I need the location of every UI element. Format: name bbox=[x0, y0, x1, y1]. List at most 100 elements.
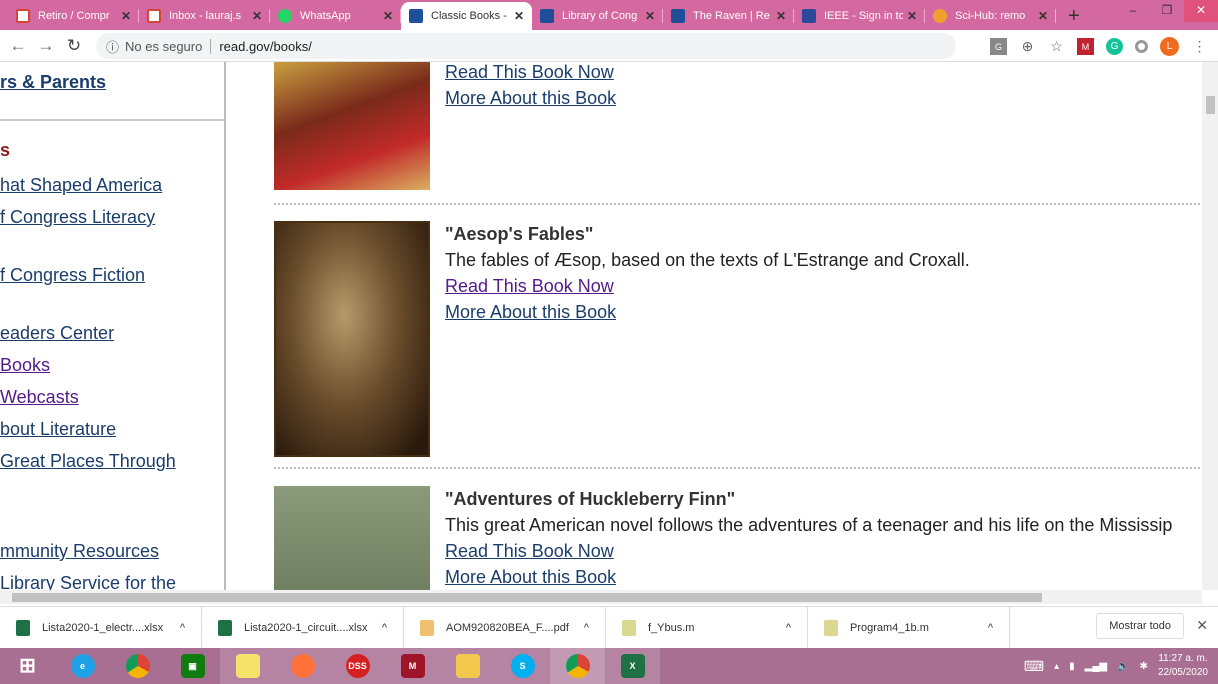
tab-ieee[interactable]: IEEE - Sign in to ✕ bbox=[794, 2, 925, 30]
show-all-button[interactable]: Mostrar todo bbox=[1096, 613, 1184, 639]
book-cover-image[interactable] bbox=[274, 486, 430, 590]
vertical-scrollbar[interactable] bbox=[1202, 62, 1218, 590]
store-icon[interactable]: ▣ bbox=[165, 648, 220, 684]
read-book-link[interactable]: Read This Book Now bbox=[445, 62, 616, 85]
skype-icon[interactable]: S bbox=[495, 648, 550, 684]
close-tab-icon[interactable]: ✕ bbox=[514, 9, 524, 23]
tab-title: Sci-Hub: remo bbox=[955, 10, 1026, 22]
restore-button[interactable]: ❐ bbox=[1150, 0, 1184, 22]
chevron-up-icon[interactable]: ^ bbox=[584, 622, 589, 634]
tab-library-of-congress[interactable]: Library of Cong ✕ bbox=[532, 2, 663, 30]
sidebar-link[interactable]: f Congress Fiction bbox=[0, 265, 145, 286]
url-text[interactable]: read.gov/books/ bbox=[210, 38, 312, 54]
sidebar-link[interactable]: hat Shaped America bbox=[0, 175, 162, 196]
firefox-icon[interactable] bbox=[275, 648, 330, 684]
address-bar[interactable]: ⓘ No es seguro read.gov/books/ bbox=[96, 33, 956, 59]
chevron-up-icon[interactable]: ^ bbox=[988, 622, 993, 634]
new-tab-button[interactable]: + bbox=[1056, 2, 1092, 30]
translate-icon[interactable]: G bbox=[990, 38, 1007, 55]
volume-icon[interactable]: 🔈 bbox=[1117, 661, 1129, 672]
excel-icon[interactable]: X bbox=[605, 648, 660, 684]
dss-icon[interactable]: DSS bbox=[330, 648, 385, 684]
sidebar-link[interactable]: f Congress Literacy bbox=[0, 207, 155, 228]
minimize-button[interactable]: – bbox=[1116, 0, 1150, 22]
horizontal-scrollbar[interactable] bbox=[0, 590, 1202, 604]
scrollbar-thumb[interactable] bbox=[12, 593, 1042, 602]
download-item[interactable]: f_Ybus.m ^ bbox=[606, 606, 808, 649]
avatar[interactable]: L bbox=[1160, 37, 1179, 56]
close-tab-icon[interactable]: ✕ bbox=[121, 9, 131, 23]
close-tab-icon[interactable]: ✕ bbox=[252, 9, 262, 23]
forward-icon[interactable]: → bbox=[32, 36, 60, 56]
tab-gmail-retiro[interactable]: Retiro / Compr ✕ bbox=[8, 2, 139, 30]
divider bbox=[0, 119, 224, 121]
close-tab-icon[interactable]: ✕ bbox=[907, 9, 917, 23]
tab-classic-books[interactable]: Classic Books - ✕ bbox=[401, 2, 532, 30]
ie-icon[interactable]: e bbox=[55, 648, 110, 684]
chrome-icon[interactable] bbox=[110, 648, 165, 684]
download-filename: Lista2020-1_electr....xlsx bbox=[42, 621, 164, 634]
signal-icon[interactable]: ▂▄▆ bbox=[1085, 661, 1107, 672]
tab-whatsapp[interactable]: WhatsApp ✕ bbox=[270, 2, 401, 30]
close-tab-icon[interactable]: ✕ bbox=[1038, 9, 1048, 23]
menu-icon[interactable]: ⋮ bbox=[1191, 38, 1208, 55]
bookmark-star-icon[interactable]: ☆ bbox=[1048, 38, 1065, 55]
close-downloads-icon[interactable]: ✕ bbox=[1196, 617, 1208, 634]
network-icon[interactable]: ▮ bbox=[1069, 661, 1075, 672]
grammarly-extension-icon[interactable]: G bbox=[1106, 38, 1123, 55]
chevron-up-icon[interactable]: ^ bbox=[180, 622, 185, 634]
scrollbar-thumb[interactable] bbox=[1206, 96, 1215, 114]
sidebar-link[interactable]: Webcasts bbox=[0, 387, 79, 408]
mendeley-extension-icon[interactable]: M bbox=[1077, 38, 1094, 55]
keyboard-icon[interactable]: ⌨ bbox=[1024, 658, 1044, 675]
mendeley-icon[interactable]: M bbox=[385, 648, 440, 684]
zoom-icon[interactable]: ⊕ bbox=[1019, 38, 1036, 55]
chevron-up-icon[interactable]: ^ bbox=[786, 622, 791, 634]
security-label: No es seguro bbox=[125, 38, 203, 54]
loc-icon bbox=[409, 9, 423, 23]
more-about-link[interactable]: More About this Book bbox=[445, 85, 616, 111]
read-book-link[interactable]: Read This Book Now bbox=[445, 538, 1172, 564]
clock[interactable]: 11:27 a. m. 22/05/2020 bbox=[1158, 652, 1208, 680]
reload-icon[interactable]: ↻ bbox=[60, 36, 88, 56]
sidebar-link[interactable]: Library Service for the bbox=[0, 573, 176, 590]
close-tab-icon[interactable]: ✕ bbox=[776, 9, 786, 23]
read-book-link[interactable]: Read This Book Now bbox=[445, 273, 970, 299]
download-item[interactable]: Program4_1b.m ^ bbox=[808, 606, 1010, 649]
sidebar-link[interactable]: bout Literature bbox=[0, 419, 116, 440]
tab-the-raven[interactable]: The Raven | Re ✕ bbox=[663, 2, 794, 30]
file-explorer-icon[interactable] bbox=[440, 648, 495, 684]
book-cover-image[interactable] bbox=[274, 221, 430, 457]
download-filename: Program4_1b.m bbox=[850, 621, 929, 634]
tab-scihub[interactable]: Sci-Hub: remo ✕ bbox=[925, 2, 1056, 30]
sidebar-link[interactable]: Great Places Through bbox=[0, 451, 176, 472]
sticky-notes-icon[interactable] bbox=[220, 648, 275, 684]
tab-gmail-inbox[interactable]: Inbox - lauraj.s ✕ bbox=[139, 2, 270, 30]
separator bbox=[274, 203, 1202, 205]
download-filename: Lista2020-1_circuit....xlsx bbox=[244, 621, 368, 634]
more-about-link[interactable]: More About this Book bbox=[445, 299, 970, 325]
back-icon[interactable]: ← bbox=[4, 36, 32, 56]
sidebar-link[interactable]: mmunity Resources bbox=[0, 541, 159, 562]
chevron-up-icon[interactable]: ▴ bbox=[1054, 661, 1059, 672]
close-window-button[interactable]: ✕ bbox=[1184, 0, 1218, 22]
start-button[interactable]: ⊞ bbox=[0, 648, 55, 684]
download-item[interactable]: Lista2020-1_electr....xlsx ^ bbox=[0, 606, 202, 649]
bluetooth-icon[interactable]: ✱ bbox=[1140, 661, 1148, 672]
book-list: Read This Book Now More About this Book … bbox=[228, 62, 1202, 590]
sidebar-heading-parents[interactable]: rs & Parents bbox=[0, 72, 106, 93]
extension-icon[interactable] bbox=[1135, 40, 1148, 53]
chevron-up-icon[interactable]: ^ bbox=[382, 622, 387, 634]
tab-title: Retiro / Compr bbox=[38, 10, 110, 22]
tab-title: The Raven | Re bbox=[693, 10, 770, 22]
close-tab-icon[interactable]: ✕ bbox=[383, 9, 393, 23]
download-item[interactable]: Lista2020-1_circuit....xlsx ^ bbox=[202, 606, 404, 649]
download-item[interactable]: AOM920820BEA_F....pdf ^ bbox=[404, 606, 606, 649]
close-tab-icon[interactable]: ✕ bbox=[645, 9, 655, 23]
info-icon[interactable]: ⓘ bbox=[106, 37, 119, 56]
more-about-link[interactable]: More About this Book bbox=[445, 564, 1172, 590]
chrome-icon[interactable] bbox=[550, 648, 605, 684]
sidebar-link[interactable]: Books bbox=[0, 355, 50, 376]
book-cover-image[interactable] bbox=[274, 62, 430, 190]
sidebar-link[interactable]: eaders Center bbox=[0, 323, 114, 344]
